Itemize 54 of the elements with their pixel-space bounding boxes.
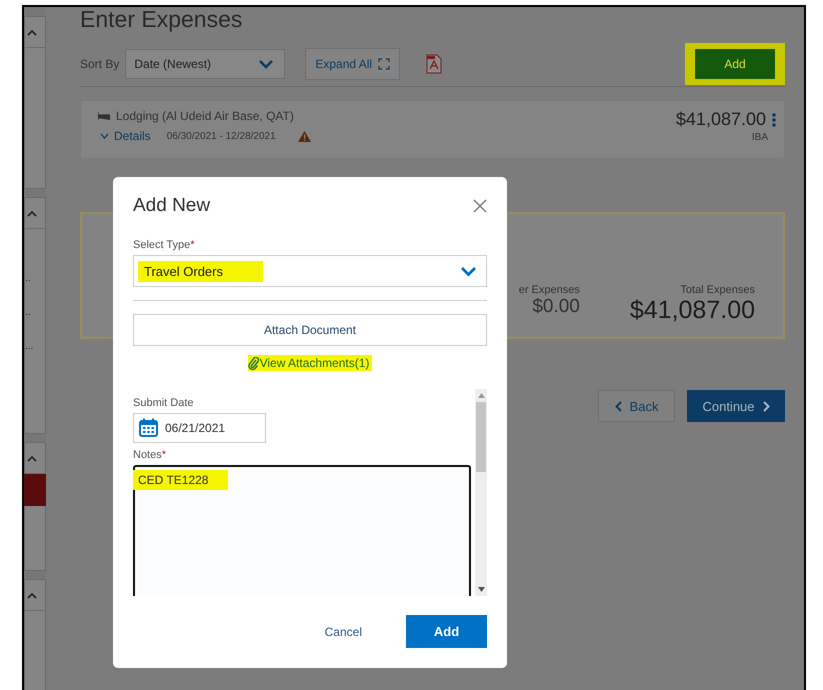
summary-label: Total Expenses <box>680 284 755 296</box>
field-label: Notes* <box>133 448 166 461</box>
sort-label: Sort By <box>80 57 120 71</box>
continue-button[interactable]: Continue <box>687 390 785 422</box>
attach-document-button[interactable]: Attach Document <box>133 314 487 346</box>
payment-type: IBA <box>752 132 768 143</box>
sidebar-header[interactable] <box>24 579 46 611</box>
expand-all-button[interactable]: Expand All <box>305 48 400 80</box>
add-button[interactable]: Add <box>695 49 775 79</box>
expense-title: Lodging (Al Udeid Air Base, QAT) <box>116 109 294 123</box>
chevron-right-icon <box>762 400 770 412</box>
sidebar-active-bar <box>24 474 46 506</box>
expense-amount: $41,087.00 <box>676 109 766 130</box>
sidebar-item[interactable]: .. <box>25 273 45 285</box>
field-label: Select Type* <box>133 239 195 251</box>
summary-label: er Expenses <box>518 284 580 296</box>
scroll-down-icon[interactable] <box>478 587 484 592</box>
sidebar-header[interactable] <box>24 197 46 229</box>
calendar-icon <box>139 418 158 438</box>
expense-dates: 06/30/2021 - 12/28/2021 <box>166 130 276 142</box>
sort-dropdown[interactable]: Date (Newest) <box>125 49 286 79</box>
back-button[interactable]: Back <box>598 390 675 422</box>
more-icon[interactable] <box>772 112 776 126</box>
sidebar-item[interactable]: .. <box>25 307 45 319</box>
cancel-button[interactable]: Cancel <box>320 620 366 642</box>
close-icon[interactable] <box>473 199 487 213</box>
notes-field[interactable]: CED TE1228 <box>133 464 471 596</box>
pdf-icon[interactable] <box>426 54 442 74</box>
date-field[interactable]: 06/21/2021 <box>133 413 266 443</box>
sidebar-item[interactable]: ... <box>25 341 45 353</box>
bed-icon <box>98 112 110 120</box>
chevron-up-icon <box>27 454 37 462</box>
summary-value: $41,087.00 <box>630 296 755 325</box>
view-attachments-link[interactable]: View Attachments(1) <box>248 355 372 371</box>
chevron-up-icon <box>27 592 37 598</box>
scrollbar[interactable] <box>475 389 487 596</box>
chevron-left-icon <box>614 400 622 412</box>
details-link[interactable]: Details <box>100 129 151 143</box>
chevron-up-icon <box>27 28 37 36</box>
dialog-title: Add New <box>133 195 210 217</box>
summary-value: $0.00 <box>532 296 580 318</box>
paperclip-icon <box>248 356 259 370</box>
chevron-down-icon <box>100 133 109 139</box>
add-button[interactable]: Add <box>406 615 487 648</box>
chevron-down-icon <box>258 59 274 69</box>
chevron-down-icon <box>460 266 477 276</box>
expand-icon <box>378 58 390 70</box>
sidebar-header[interactable] <box>24 442 46 474</box>
scroll-up-icon[interactable] <box>478 393 484 398</box>
sidebar-header[interactable] <box>24 16 46 48</box>
field-label: Submit Date <box>133 397 194 409</box>
type-dropdown[interactable]: Travel Orders <box>133 255 487 287</box>
page-title: Enter Expenses <box>80 7 244 31</box>
chevron-up-icon <box>27 210 37 216</box>
